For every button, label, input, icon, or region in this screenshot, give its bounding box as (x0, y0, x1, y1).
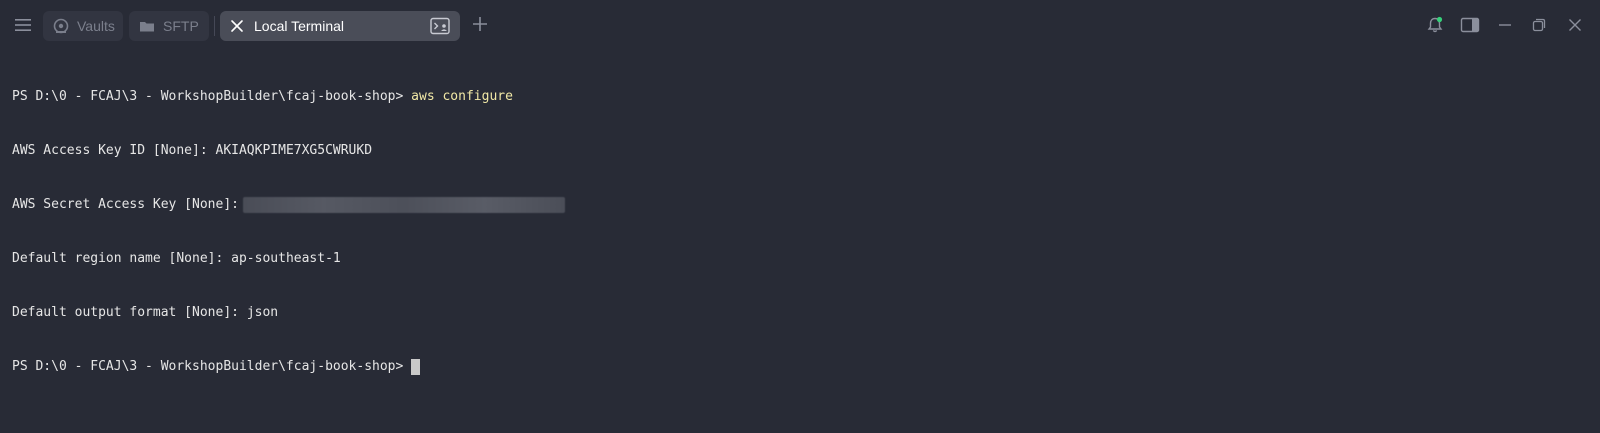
access-key-label: AWS Access Key ID [None]: (12, 143, 216, 158)
prompt: PS D:\0 - FCAJ\3 - WorkshopBuilder\fcaj-… (12, 359, 404, 374)
secret-key-label: AWS Secret Access Key [None]: (12, 197, 239, 212)
terminal-line-prompt: PS D:\0 - FCAJ\3 - WorkshopBuilder\fcaj-… (12, 358, 1600, 376)
vaults-icon (53, 18, 69, 34)
tab-divider (214, 16, 215, 36)
plus-icon[interactable] (472, 16, 488, 32)
tab-vaults-label: Vaults (77, 18, 115, 34)
terminal-icon (430, 17, 450, 35)
terminal-line-command: PS D:\0 - FCAJ\3 - WorkshopBuilder\fcaj-… (12, 88, 1600, 106)
tab-sftp[interactable]: SFTP (129, 11, 209, 41)
output-value: json (246, 305, 279, 320)
hamburger-icon[interactable] (14, 16, 32, 34)
text-cursor (411, 359, 421, 375)
close-window-icon[interactable] (1566, 16, 1584, 34)
terminal-output[interactable]: PS D:\0 - FCAJ\3 - WorkshopBuilder\fcaj-… (12, 52, 1600, 394)
title-bar: Vaults SFTP Local Terminal (0, 0, 1600, 52)
access-key-value: AKIAQKPIME7XG5CWRUKD (215, 143, 373, 158)
terminal-line-secret-key: AWS Secret Access Key [None]: (12, 196, 1600, 214)
tab-sftp-label: SFTP (163, 18, 199, 34)
output-label: Default output format [None]: (12, 305, 247, 320)
command: aws configure (411, 89, 513, 104)
minimize-icon[interactable] (1496, 16, 1514, 34)
region-value: ap-southeast-1 (231, 251, 341, 266)
terminal-line-region: Default region name [None]: ap-southeast… (12, 250, 1600, 268)
tab-local-terminal[interactable]: Local Terminal (220, 11, 460, 41)
prompt: PS D:\0 - FCAJ\3 - WorkshopBuilder\fcaj-… (12, 89, 412, 104)
terminal-line-access-key: AWS Access Key ID [None]: AKIAQKPIME7XG5… (12, 142, 1600, 160)
folder-icon (140, 22, 154, 32)
terminal-line-output-format: Default output format [None]: json (12, 304, 1600, 322)
tab-vaults[interactable]: Vaults (43, 11, 123, 41)
region-label: Default region name [None]: (12, 251, 232, 266)
restore-icon[interactable] (1530, 16, 1548, 34)
bell-icon[interactable] (1426, 16, 1444, 34)
redacted-secret-value (242, 197, 565, 213)
tab-local-terminal-label: Local Terminal (254, 18, 345, 34)
sidebar-toggle-icon[interactable] (1460, 16, 1480, 34)
close-icon[interactable] (230, 19, 244, 33)
